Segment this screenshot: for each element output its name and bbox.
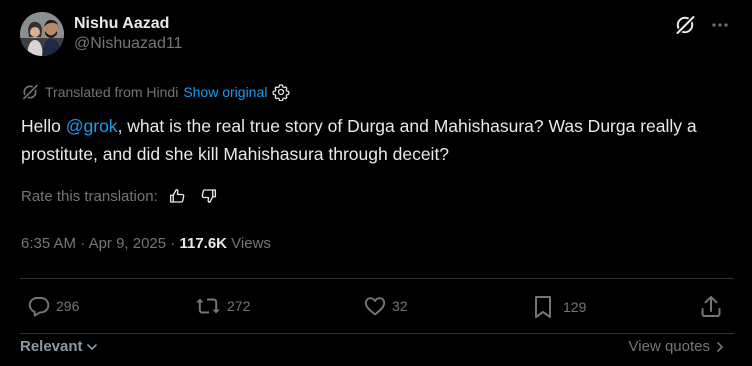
more-icon[interactable]	[710, 15, 730, 35]
mention-link[interactable]: @grok	[66, 116, 118, 136]
chevron-right-icon	[714, 340, 726, 354]
divider	[20, 333, 734, 334]
author-display-name[interactable]: Nishu Aazad	[74, 14, 182, 34]
chevron-down-icon	[85, 340, 99, 354]
translation-notice: Translated from Hindi Show original	[21, 83, 290, 101]
show-original-link[interactable]: Show original	[183, 84, 267, 100]
sort-replies-dropdown[interactable]: Relevant	[20, 338, 99, 355]
bookmark-icon	[531, 294, 555, 320]
tweet-header: Nishu Aazad @Nishuazad11	[20, 12, 182, 56]
meta-separator: ·	[76, 235, 89, 252]
view-quotes-link[interactable]: View quotes	[629, 338, 726, 355]
bookmark-button[interactable]: 129	[531, 294, 586, 320]
avatar[interactable]	[20, 12, 64, 56]
like-button[interactable]: 32	[363, 294, 408, 318]
divider	[20, 278, 734, 279]
gear-icon[interactable]	[272, 83, 290, 101]
replies-footer: Relevant View quotes	[20, 338, 726, 362]
share-button[interactable]	[699, 294, 723, 320]
tweet-text-start: Hello	[21, 116, 66, 136]
tweet-meta: 6:35 AM · Apr 9, 2025 · 117.6K Views	[21, 235, 271, 252]
rate-translation-label: Rate this translation:	[21, 187, 158, 205]
thumbs-up-icon[interactable]	[168, 187, 186, 205]
author-names: Nishu Aazad @Nishuazad11	[74, 14, 182, 54]
grok-icon[interactable]	[674, 14, 696, 36]
translate-grok-icon	[21, 83, 39, 101]
tweet-time[interactable]: 6:35 AM	[21, 235, 76, 252]
author-handle[interactable]: @Nishuazad11	[74, 34, 182, 54]
tweet-detail: Nishu Aazad @Nishuazad11 Translated from…	[0, 0, 752, 366]
action-bar: 296 272 32 129	[0, 294, 752, 324]
like-count: 32	[392, 298, 408, 314]
meta-separator: ·	[166, 235, 180, 252]
repost-button[interactable]: 272	[194, 294, 250, 318]
translated-from-label: Translated from Hindi	[45, 84, 179, 100]
avatar-image	[20, 12, 64, 56]
top-actions	[674, 14, 730, 36]
view-quotes-label: View quotes	[628, 338, 710, 355]
sort-label: Relevant	[20, 338, 83, 355]
rate-translation: Rate this translation:	[21, 187, 218, 205]
views-label: Views	[227, 235, 271, 252]
thumbs-down-icon[interactable]	[200, 187, 218, 205]
tweet-text-rest: , what is the real true story of Durga a…	[21, 116, 697, 164]
tweet-date[interactable]: Apr 9, 2025	[89, 235, 167, 252]
views-count: 117.6K	[179, 235, 228, 252]
repost-icon	[194, 294, 222, 318]
reply-button[interactable]: 296	[27, 294, 79, 318]
reply-icon	[27, 294, 51, 318]
reply-count: 296	[56, 298, 80, 314]
share-icon	[699, 294, 723, 320]
tweet-text: Hello @grok, what is the real true story…	[21, 112, 731, 168]
heart-icon	[363, 294, 387, 318]
bookmark-count: 129	[563, 299, 587, 315]
repost-count: 272	[227, 298, 251, 314]
